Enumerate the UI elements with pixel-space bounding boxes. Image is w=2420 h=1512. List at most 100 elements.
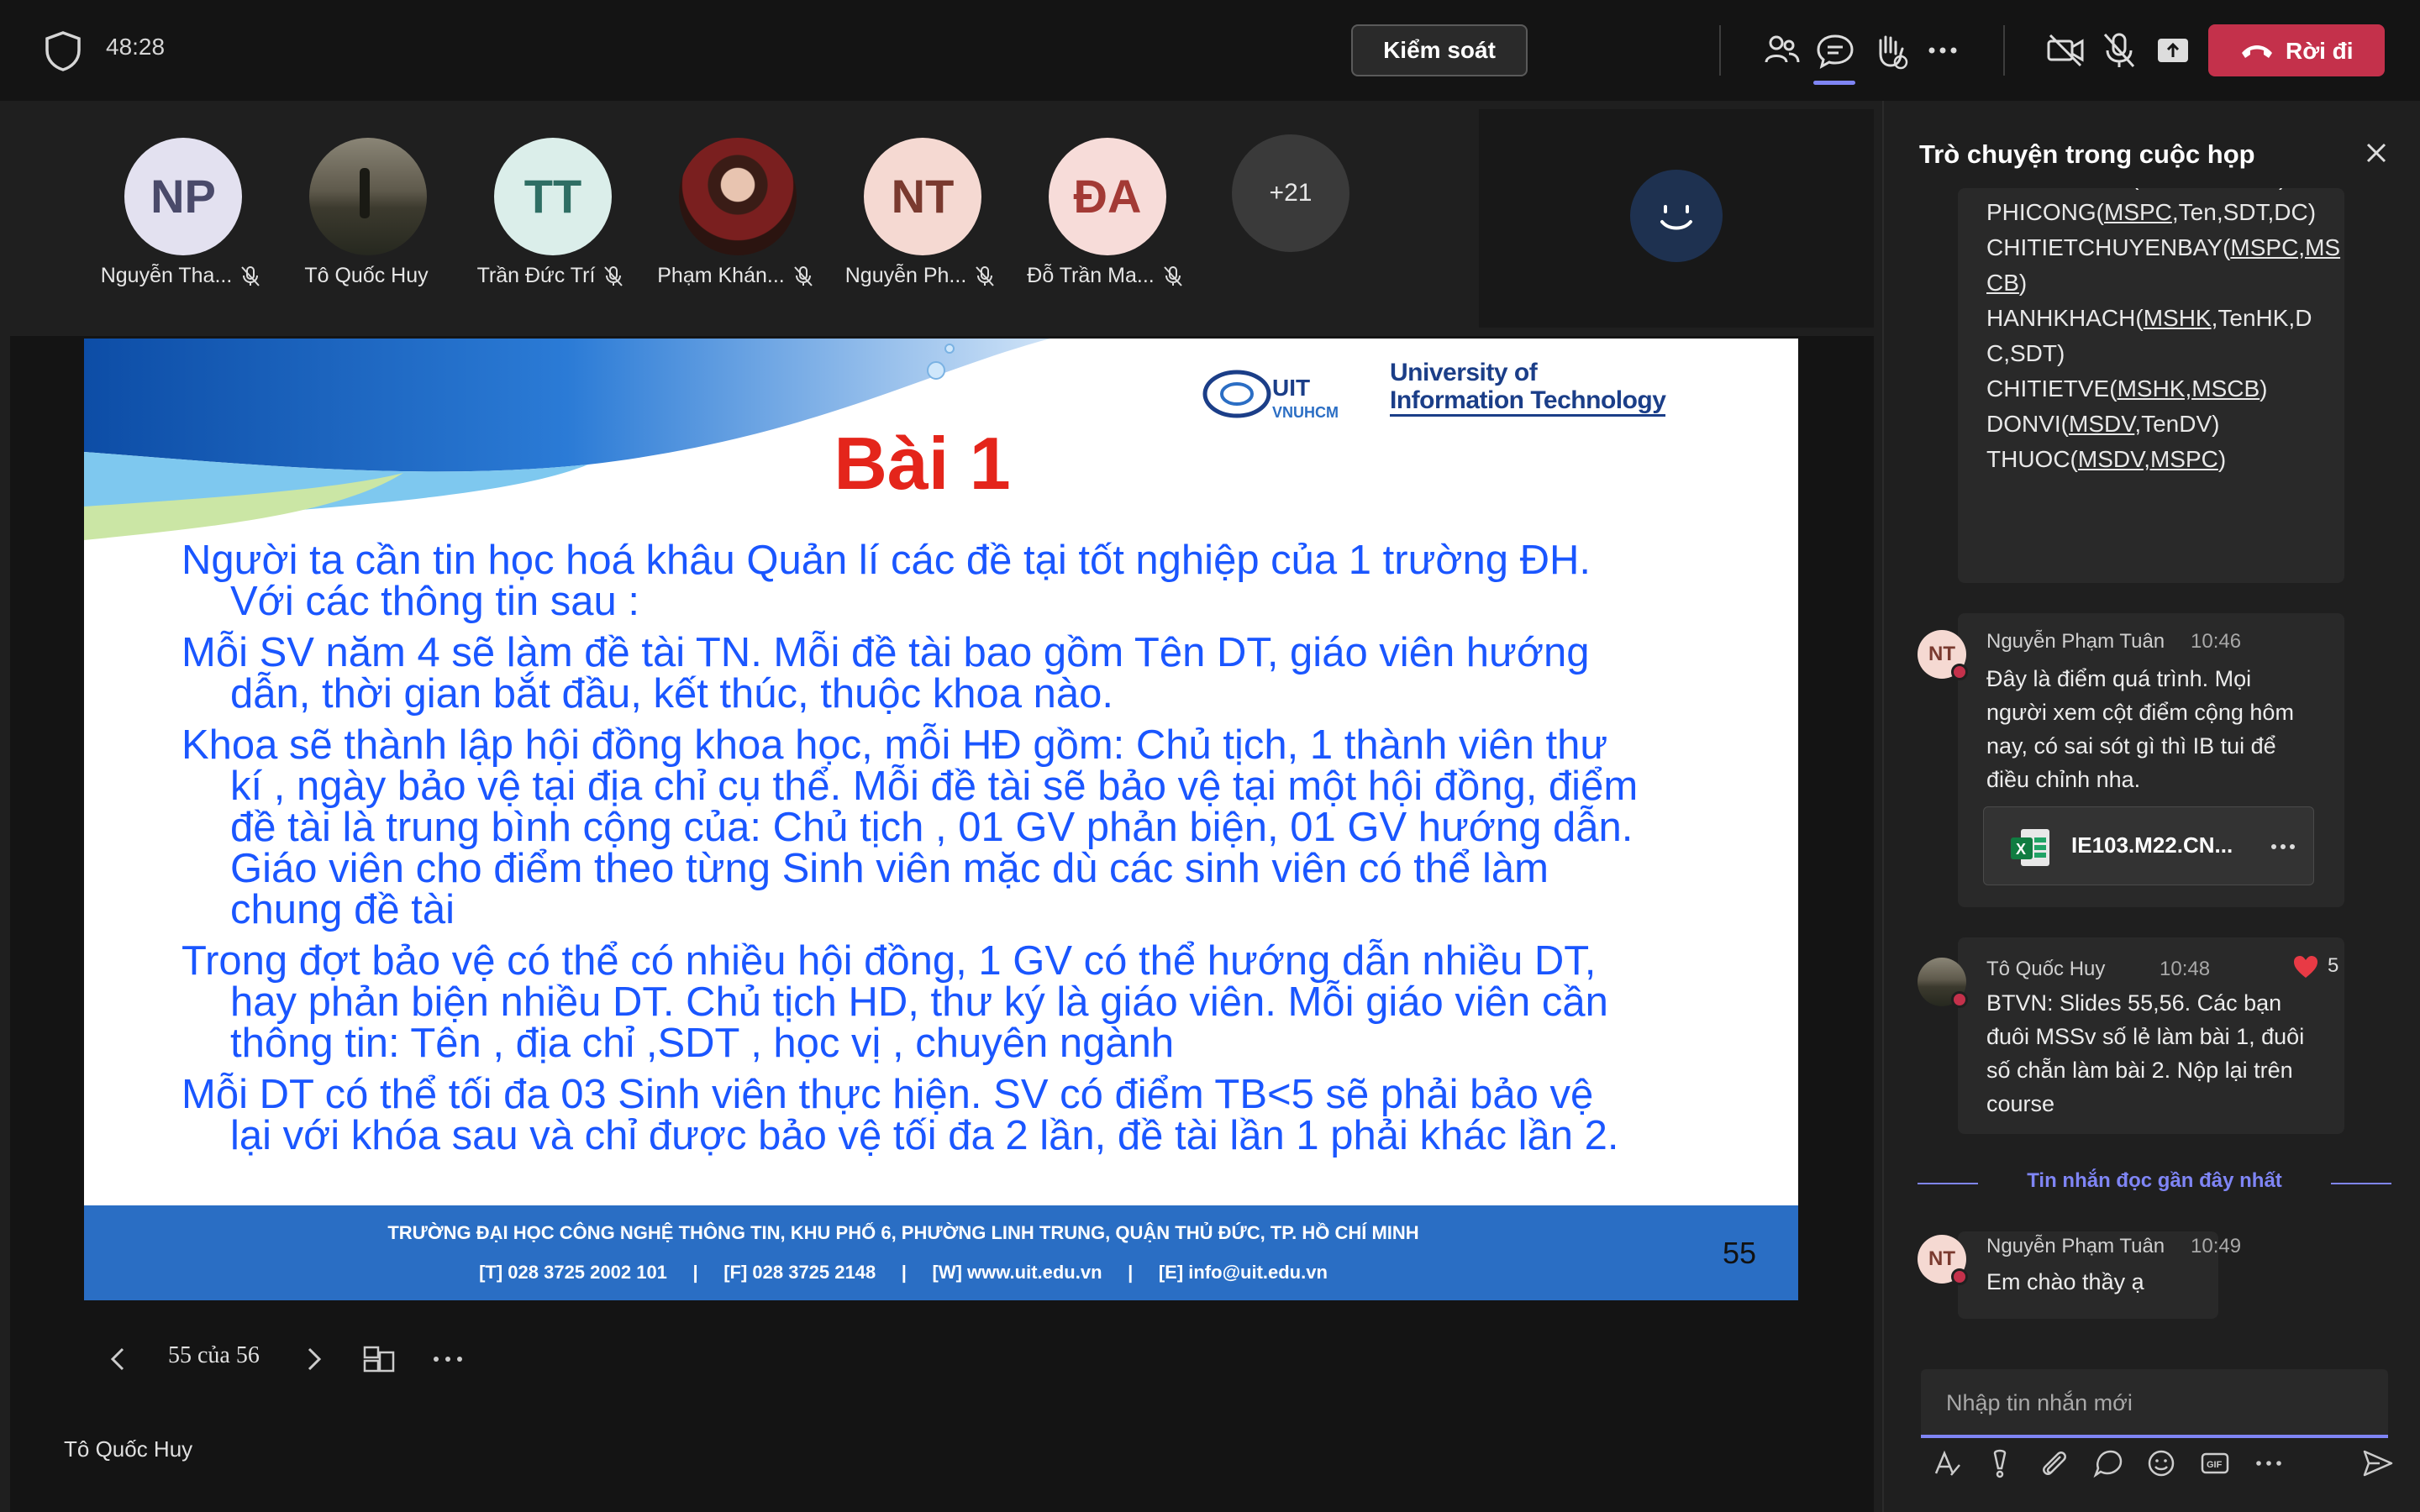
- avatar: NT: [1918, 1235, 1968, 1285]
- slide-paragraph-continuation: dẫn, thời gian bắt đầu, kết thúc, thuộc …: [230, 671, 1113, 717]
- participant-name-row: Nguyễn Tha...: [89, 264, 274, 288]
- avatar-photo: [309, 138, 427, 255]
- uit-logo-sub: VNUHCM: [1272, 404, 1339, 421]
- mic-off-icon: [241, 266, 260, 287]
- svg-text:GIF: GIF: [2207, 1460, 2223, 1470]
- slide-paragraph-line: Người ta cần tin học hoá khâu Quản lí cá…: [182, 538, 1591, 583]
- message-line: đuôi MSSv số lẻ làm bài 1, đuôi: [1986, 1024, 2305, 1049]
- avatar: TT: [494, 138, 612, 255]
- compose-box[interactable]: [1921, 1369, 2388, 1438]
- slide-page-number: 55: [1723, 1236, 1757, 1270]
- participant-name-row: Đỗ Trần Ma...: [1013, 264, 1198, 288]
- gif-icon[interactable]: GIF: [2196, 1445, 2233, 1482]
- message-author: Nguyễn Phạm Tuân: [1986, 630, 2165, 653]
- heart-reaction-icon[interactable]: [2292, 954, 2319, 979]
- share-screen-icon[interactable]: [2151, 29, 2195, 72]
- slide-body: Người ta cần tin học hoá khâu Quản lí cá…: [182, 540, 1778, 1167]
- camera-off-icon[interactable]: [2044, 29, 2087, 72]
- slide-paragraph-continuation: Giáo viên cho điểm theo từng Sinh viên m…: [230, 846, 1549, 891]
- photo-figure: [360, 168, 370, 218]
- slide-paragraph-continuation: lại với khóa sau và chỉ được bảo vệ tối …: [230, 1113, 1619, 1158]
- file-name: IE103.M22.CN...: [2071, 832, 2233, 858]
- file-attachment[interactable]: X IE103.M22.CN...: [1983, 806, 2314, 885]
- participant-name: Đỗ Trần Ma...: [1027, 264, 1155, 287]
- participant-tile[interactable]: ĐA Đỗ Trần Ma...: [1013, 138, 1198, 306]
- participant-tile[interactable]: TT Trần Đức Trí: [459, 138, 644, 306]
- slide-paragraph-line: Mỗi DT có thể tối đa 03 Sinh viên thực h…: [182, 1072, 1594, 1117]
- grid-view-icon[interactable]: [360, 1336, 398, 1383]
- excel-file-icon: X: [2011, 829, 2049, 866]
- status-dot: [1951, 664, 1968, 680]
- people-icon[interactable]: [1760, 29, 1803, 72]
- slide-paragraph: Mỗi DT có thể tối đa 03 Sinh viên thực h…: [182, 1074, 1778, 1157]
- avatar: NP: [124, 138, 242, 255]
- slide-paragraph-line: Mỗi SV năm 4 sẽ làm đề tài TN. Mỗi đề tà…: [182, 630, 1590, 675]
- slide-paragraph: Người ta cần tin học hoá khâu Quản lí cá…: [182, 540, 1778, 622]
- previous-slide-icon[interactable]: [104, 1336, 133, 1383]
- message-author: Tô Quốc Huy: [1986, 958, 2106, 980]
- chat-icon[interactable]: [1813, 29, 1857, 72]
- loop-icon[interactable]: [2089, 1445, 2126, 1482]
- participant-name: Trần Đức Trí: [476, 264, 596, 287]
- smiley-icon: [1660, 205, 1692, 230]
- code-line: DONVI(MSDV,TenDV): [1986, 411, 2220, 437]
- shield-icon[interactable]: [44, 30, 82, 72]
- hang-up-icon: [2242, 45, 2272, 58]
- self-video-tile[interactable]: [1479, 109, 1874, 328]
- footer-contacts: [T] 028 3725 2002 101 | [F] 028 3725 214…: [479, 1262, 1328, 1283]
- meeting-chat-panel: Trò chuyện trong cuộc họp CHUYENBAY(MSTB…: [1882, 101, 2420, 1512]
- leave-button[interactable]: Rời đi: [2208, 24, 2385, 76]
- message-body: Em chào thầy ạ: [1986, 1265, 2144, 1299]
- mic-off-icon: [793, 266, 813, 287]
- avatar: NT: [1918, 630, 1968, 680]
- recent-messages-divider: Tin nhắn đọc gần đây nhất: [1918, 1166, 2391, 1200]
- status-dot: [1951, 1268, 1968, 1285]
- send-icon[interactable]: [2360, 1445, 2396, 1482]
- more-participants-button[interactable]: +21: [1232, 134, 1349, 252]
- message-time: 10:48: [2160, 958, 2211, 980]
- raise-hand-icon[interactable]: [1867, 29, 1911, 72]
- message-line: người xem cột điểm cộng hôm: [1986, 700, 2294, 725]
- mic-off-icon[interactable]: [2097, 29, 2141, 72]
- message-author: Nguyễn Phạm Tuân: [1986, 1235, 2165, 1257]
- message-input[interactable]: [1946, 1386, 2366, 1420]
- university-name: University of Information Technology: [1390, 359, 1666, 417]
- message-line: Đây là điểm quá trình. Mọi: [1986, 666, 2252, 691]
- meeting-timer: 48:28: [106, 34, 166, 60]
- slide-paragraph: Trong đợt bảo vệ có thể có nhiều hội đồn…: [182, 941, 1778, 1064]
- slide-title: Bài 1: [834, 422, 1011, 505]
- message-time: 10:49: [2191, 1235, 2242, 1257]
- participant-tile[interactable]: Phạm Khán...: [644, 138, 829, 306]
- message-line: course: [1986, 1091, 2055, 1116]
- slide-paragraph-continuation: đề tài là trung bình cộng của: Chủ tịch …: [230, 805, 1634, 850]
- control-button[interactable]: Kiểm soát: [1351, 24, 1528, 76]
- participant-tile[interactable]: Tô Quốc Huy: [274, 138, 459, 306]
- slide-paragraph-continuation: kí , ngày bảo vệ tại địa chỉ cụ thể. Mỗi…: [230, 764, 1639, 809]
- avatar-initials: NT: [1928, 1247, 1955, 1270]
- university-name-line1: University of: [1390, 359, 1538, 386]
- format-icon[interactable]: [1928, 1445, 1965, 1482]
- next-slide-icon[interactable]: [299, 1336, 328, 1383]
- mic-off-icon: [976, 266, 995, 287]
- divider-line: [2331, 1183, 2391, 1184]
- self-avatar: [1630, 170, 1723, 262]
- important-icon[interactable]: [1981, 1445, 2018, 1482]
- more-options-icon[interactable]: [2250, 1445, 2287, 1482]
- participant-name-row: Trần Đức Trí: [459, 264, 644, 288]
- toolbar-divider: [2003, 25, 2005, 76]
- slide-paragraph-line: Khoa sẽ thành lập hội đồng khoa học, mỗi…: [182, 722, 1608, 768]
- slide-paragraph: Mỗi SV năm 4 sẽ làm đề tài TN. Mỗi đề tà…: [182, 633, 1778, 715]
- toolbar-divider: [1719, 25, 1721, 76]
- close-icon[interactable]: [2360, 136, 2393, 170]
- emoji-icon[interactable]: [2143, 1445, 2180, 1482]
- more-options-icon[interactable]: [2270, 836, 2296, 858]
- more-options-icon[interactable]: [1921, 29, 1965, 72]
- slide-more-icon[interactable]: [429, 1336, 467, 1383]
- presentation-slide: UIT VNUHCM University of Information Tec…: [84, 339, 1798, 1300]
- participant-tile[interactable]: NP Nguyễn Tha...: [89, 138, 274, 306]
- participant-name: Phạm Khán...: [657, 264, 785, 287]
- message-line: Em chào thầy ạ: [1986, 1269, 2144, 1294]
- active-tab-indicator: [1813, 81, 1855, 85]
- attach-icon[interactable]: [2035, 1445, 2072, 1482]
- participant-tile[interactable]: NT Nguyễn Ph...: [829, 138, 1013, 306]
